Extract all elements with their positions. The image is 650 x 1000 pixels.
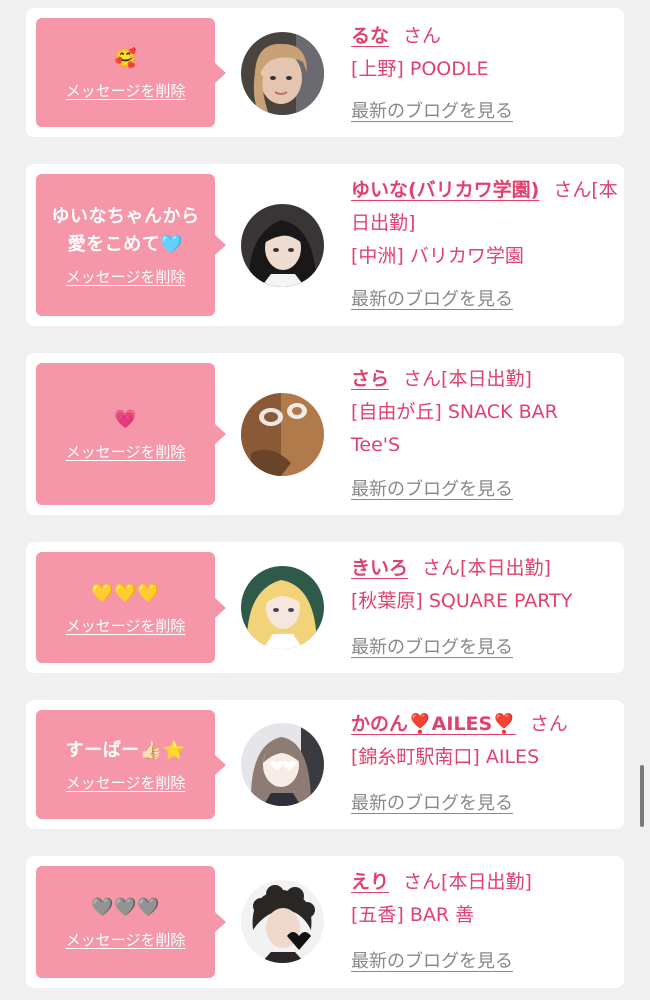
shop-name: BAR 善 — [409, 904, 475, 926]
delete-message-link[interactable]: メッセージを削除 — [66, 81, 186, 101]
on-duty-badge: [本日出勤] — [441, 368, 532, 390]
message-bubble: ゆいなちゃんから愛をこめて🩵 メッセージを削除 — [36, 174, 226, 316]
cast-photo-icon — [241, 393, 324, 476]
shop-name: AILES — [485, 746, 540, 768]
delete-message-link[interactable]: メッセージを削除 — [66, 616, 186, 636]
shop-name: SQUARE PARTY — [428, 590, 573, 612]
cast-info: ゆいな(バリカワ学園) さん[本日出勤] [中洲] バリカワ学園 — [351, 174, 621, 273]
cast-name-link[interactable]: かのん❣️AILES❣️ — [351, 713, 516, 735]
shop-line: [上野] POODLE — [351, 53, 611, 86]
shop-name: POODLE — [409, 58, 489, 80]
message-card: 💗 メッセージを削除 さら さん[本日出勤] [自由が丘] SNACK BAR T… — [26, 353, 624, 515]
cast-avatar[interactable] — [241, 723, 324, 806]
shop-name: バリカワ学園 — [409, 245, 524, 267]
cast-photo-icon — [241, 32, 324, 115]
message-text: 💗 — [114, 409, 137, 430]
cast-name-line: るな さん — [351, 20, 611, 53]
cast-info: るな さん [上野] POODLE — [351, 20, 611, 86]
shop-line: [五香] BAR 善 — [351, 899, 611, 932]
message-card: 🥰 メッセージを削除 るな さん [上野] POODLE 最新のブログを見る — [26, 8, 624, 137]
message-card: 💛💛💛 メッセージを削除 きいろ さん[本日出勤] [秋葉原] SQUARE PA… — [26, 542, 624, 673]
blog-link-wrap: 最新のブログを見る — [351, 288, 513, 312]
cast-avatar[interactable] — [241, 204, 324, 287]
delete-message-link[interactable]: メッセージを削除 — [66, 930, 186, 950]
cast-info: さら さん[本日出勤] [自由が丘] SNACK BAR Tee'S — [351, 363, 611, 462]
message-text: 🥰 — [114, 47, 137, 69]
shop-line: [中洲] バリカワ学園 — [351, 240, 621, 273]
cast-name-line: えり さん[本日出勤] — [351, 866, 611, 899]
honorific: さん — [403, 368, 442, 390]
message-text: すーぱー👍🏻⭐️ — [65, 739, 186, 761]
message-text: 💛💛💛 — [91, 582, 160, 604]
message-bubble: すーぱー👍🏻⭐️ メッセージを削除 — [36, 710, 226, 819]
message-bubble: 💛💛💛 メッセージを削除 — [36, 552, 226, 663]
honorific: さん — [403, 871, 442, 893]
shop-line: [秋葉原] SQUARE PARTY — [351, 585, 621, 618]
message-bubble: 💗 メッセージを削除 — [36, 363, 226, 505]
cast-name-link[interactable]: えり — [351, 871, 389, 893]
latest-blog-link[interactable]: 最新のブログを見る — [351, 289, 513, 310]
on-duty-badge: [本日出勤] — [460, 557, 551, 579]
cast-info: かのん❣️AILES❣️ さん [錦糸町駅南口] AILES — [351, 708, 621, 774]
shop-area: [五香] — [351, 904, 404, 926]
shop-area: [中洲] — [351, 245, 404, 267]
cast-name-link[interactable]: るな — [351, 25, 389, 47]
honorific: さん — [529, 713, 568, 735]
honorific: さん — [403, 25, 442, 47]
cast-name-line: きいろ さん[本日出勤] — [351, 552, 621, 585]
scrollbar[interactable] — [640, 765, 644, 827]
cast-photo-icon — [241, 880, 324, 963]
message-card: ゆいなちゃんから愛をこめて🩵 メッセージを削除 ゆいな(バリカワ学園) さん[本日… — [26, 164, 624, 326]
cast-name-line: さら さん[本日出勤] — [351, 363, 611, 396]
shop-area: [錦糸町駅南口] — [351, 746, 480, 768]
cast-avatar[interactable] — [241, 880, 324, 963]
cast-name-link[interactable]: きいろ — [351, 557, 408, 579]
cast-name-line: かのん❣️AILES❣️ さん — [351, 708, 621, 741]
latest-blog-link[interactable]: 最新のブログを見る — [351, 479, 513, 500]
blog-link-wrap: 最新のブログを見る — [351, 950, 513, 974]
cast-photo-icon — [241, 723, 324, 806]
shop-line: [自由が丘] SNACK BAR Tee'S — [351, 396, 611, 462]
message-text: 🩶🩶🩶 — [91, 897, 160, 918]
latest-blog-link[interactable]: 最新のブログを見る — [351, 951, 513, 972]
message-bubble: 🩶🩶🩶 メッセージを削除 — [36, 866, 226, 978]
message-bubble: 🥰 メッセージを削除 — [36, 18, 226, 127]
blog-link-wrap: 最新のブログを見る — [351, 636, 513, 660]
cast-name-line: ゆいな(バリカワ学園) さん[本日出勤] — [351, 174, 621, 240]
shop-area: [自由が丘] — [351, 401, 442, 423]
message-card: 🩶🩶🩶 メッセージを削除 えり さん[本日出勤] [五香] BAR 善 最新のブ… — [26, 856, 624, 988]
blog-link-wrap: 最新のブログを見る — [351, 478, 513, 502]
blog-link-wrap: 最新のブログを見る — [351, 792, 513, 816]
message-text: ゆいなちゃんから愛をこめて🩵 — [51, 206, 200, 255]
cast-name-link[interactable]: さら — [351, 368, 389, 390]
cast-avatar[interactable] — [241, 32, 324, 115]
shop-line: [錦糸町駅南口] AILES — [351, 741, 621, 774]
shop-area: [秋葉原] — [351, 590, 423, 612]
cast-photo-icon — [241, 204, 324, 287]
cast-info: きいろ さん[本日出勤] [秋葉原] SQUARE PARTY — [351, 552, 621, 618]
honorific: さん — [553, 179, 592, 201]
delete-message-link[interactable]: メッセージを削除 — [66, 442, 186, 462]
delete-message-link[interactable]: メッセージを削除 — [66, 773, 186, 793]
blog-link-wrap: 最新のブログを見る — [351, 100, 513, 124]
cast-avatar[interactable] — [241, 393, 324, 476]
cast-info: えり さん[本日出勤] [五香] BAR 善 — [351, 866, 611, 932]
cast-photo-icon — [241, 566, 324, 649]
shop-area: [上野] — [351, 58, 404, 80]
latest-blog-link[interactable]: 最新のブログを見る — [351, 637, 513, 658]
delete-message-link[interactable]: メッセージを削除 — [66, 267, 186, 287]
on-duty-badge: [本日出勤] — [441, 871, 532, 893]
cast-avatar[interactable] — [241, 566, 324, 649]
latest-blog-link[interactable]: 最新のブログを見る — [351, 793, 513, 814]
cast-name-link[interactable]: ゆいな(バリカワ学園) — [351, 179, 539, 201]
message-card: すーぱー👍🏻⭐️ メッセージを削除 かのん❣️AILES❣️ さん [錦糸町駅南口… — [26, 700, 624, 829]
latest-blog-link[interactable]: 最新のブログを見る — [351, 101, 513, 122]
honorific: さん — [422, 557, 461, 579]
